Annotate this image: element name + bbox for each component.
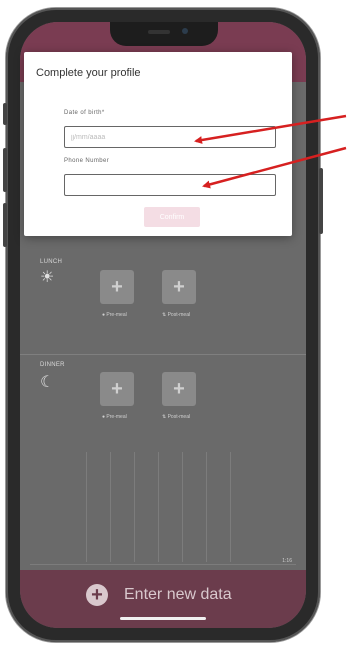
pre-meal-label: Pre-meal	[106, 312, 127, 318]
chart-gridline	[110, 452, 111, 562]
mute-switch	[3, 103, 7, 125]
phone-input[interactable]	[64, 174, 276, 196]
lunch-pre-meal-add-button[interactable]: +	[100, 270, 134, 304]
dinner-label: DINNER	[40, 362, 65, 368]
confirm-button[interactable]: Confirm	[144, 207, 200, 227]
lunch-pre-meal-caption: ● Pre-meal	[102, 312, 127, 318]
dob-label: Date of birth*	[64, 110, 105, 116]
camera-icon	[182, 28, 188, 34]
phone-label: Phone Number	[64, 158, 110, 164]
complete-profile-modal: Complete your profile Date of birth* Pho…	[24, 52, 292, 236]
home-indicator	[120, 617, 206, 620]
chart-tick-label: 1:16	[282, 558, 292, 564]
section-divider	[20, 354, 306, 355]
pre-meal-label: Pre-meal	[106, 414, 127, 420]
post-meal-label: Post-meal	[167, 414, 191, 420]
volume-down-button	[3, 203, 7, 247]
dinner-pre-meal-add-button[interactable]: +	[100, 372, 134, 406]
chart-gridline	[86, 452, 87, 562]
speaker-icon	[148, 30, 170, 34]
modal-title: Complete your profile	[36, 67, 141, 79]
glucose-chart: 1:16	[20, 452, 306, 582]
notch	[110, 22, 218, 46]
chart-axis	[30, 564, 296, 565]
power-button	[319, 168, 323, 234]
dob-input[interactable]	[64, 126, 276, 148]
chart-gridline	[182, 452, 183, 562]
chart-gridline	[230, 452, 231, 562]
plus-circle-icon: +	[86, 584, 108, 606]
dinner-post-meal-add-button[interactable]: +	[162, 372, 196, 406]
post-meal-label: Post-meal	[167, 312, 191, 318]
enter-new-data-label: Enter new data	[124, 586, 232, 603]
dinner-pre-meal-caption: ● Pre-meal	[102, 414, 127, 420]
lunch-label: LUNCH	[40, 259, 63, 265]
lunch-post-meal-add-button[interactable]: +	[162, 270, 196, 304]
chart-gridline	[134, 452, 135, 562]
enter-new-data-bar[interactable]: + Enter new data	[20, 570, 306, 628]
lunch-post-meal-caption: ⇅ Post-meal	[162, 312, 191, 318]
chart-gridline	[206, 452, 207, 562]
chart-gridline	[158, 452, 159, 562]
dinner-post-meal-caption: ⇅ Post-meal	[162, 414, 191, 420]
volume-up-button	[3, 148, 7, 192]
moon-icon: ☾	[40, 374, 55, 391]
sun-icon: ☀	[40, 269, 55, 286]
